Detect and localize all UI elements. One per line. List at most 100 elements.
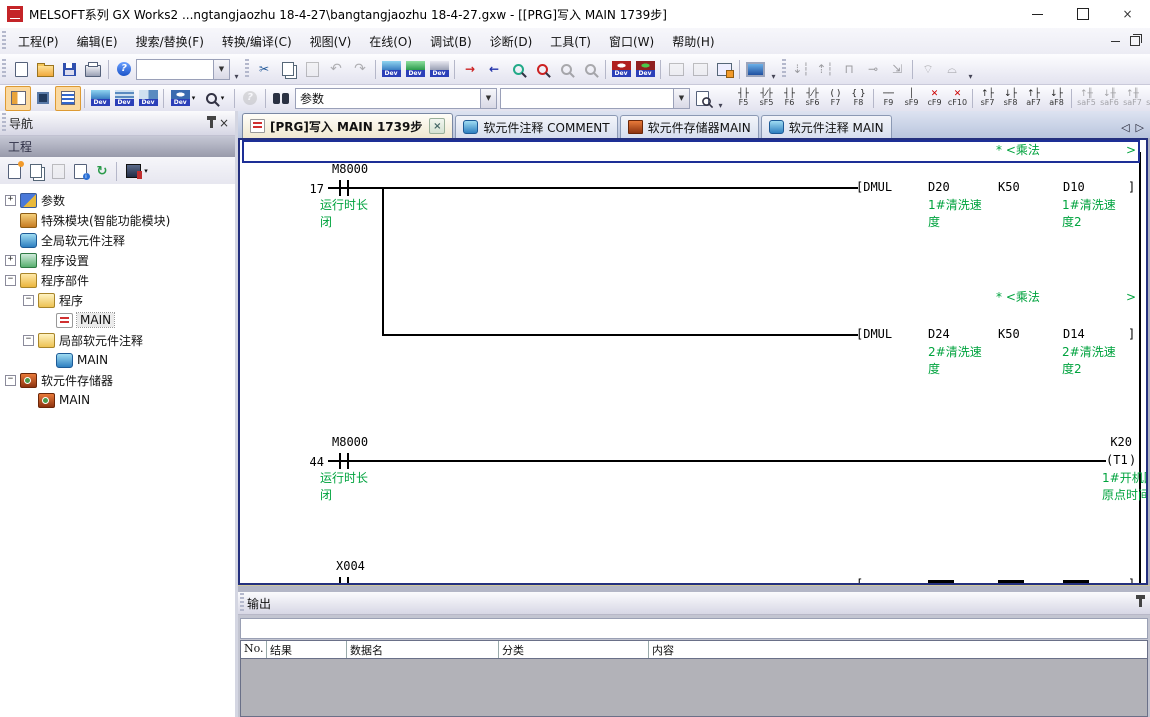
ladder-pulse-ne2-button[interactable]: ↓╫saF6 [1098,86,1121,110]
toolbar-overflow[interactable]: ▾ [964,58,977,81]
column-content[interactable]: 内容 [649,641,1147,658]
collapse-icon[interactable]: − [23,295,34,306]
tree-item-device-memory[interactable]: −软元件存储器 [0,370,235,390]
ladder-close-branch-button[interactable]: ┤⁄├sF6 [801,86,824,110]
panel-grip[interactable] [2,113,6,133]
pin-icon[interactable] [1139,598,1142,607]
context-help-button[interactable]: ? [238,87,262,110]
combo-arrow-icon[interactable]: ▼ [673,89,689,108]
operand[interactable]: K50 [998,180,1020,194]
sort-display-button[interactable]: ▾ [120,160,154,182]
scan-time-button[interactable]: ⌔ [916,58,940,81]
sampling-trace-button[interactable]: ⊸ [861,58,885,81]
contact-device[interactable]: M8000 [332,435,368,449]
find-button[interactable] [269,87,293,110]
tree-item-pou[interactable]: −程序部件 [0,270,235,290]
contact-device[interactable]: X004 [336,559,365,573]
statement-text[interactable]: * <乘法 [996,143,1040,157]
column-no[interactable]: No. [241,641,267,658]
device-comment-find-button[interactable]: Dev [88,87,112,110]
device-read-button[interactable]: Dev [403,58,427,81]
new-item-button[interactable] [3,160,25,182]
ladder-vline-button[interactable]: │sF9 [900,86,923,110]
menu-online[interactable]: 在线(O) [360,30,421,53]
tree-item-local-comment[interactable]: −局部软元件注释 [0,330,235,350]
toolbar-overflow[interactable]: ▾ [714,87,727,110]
ladder-falling-pulse-button[interactable]: ↓├sF8 [999,86,1022,110]
pin-icon[interactable] [210,119,213,128]
tab-comment-main[interactable]: 软元件注释 MAIN [761,115,892,138]
tab-scroll-left-icon[interactable]: ◁ [1121,121,1129,134]
ladder-coil-button[interactable]: ( )F7 [824,86,847,110]
ladder-application-button[interactable]: { }F8 [847,86,870,110]
tab-device-comment[interactable]: 软元件注释 COMMENT [455,115,617,138]
ladder-pulse-ne4-button[interactable]: ↓╫saF8 [1144,86,1150,110]
combo-arrow-icon[interactable]: ▼ [213,60,229,79]
new-project-button[interactable] [9,58,33,81]
statement-text[interactable]: * <乘法 [996,290,1040,304]
comment-display-button[interactable] [690,87,714,110]
redo-button[interactable]: ↷ [348,58,372,81]
function-block-button[interactable] [31,87,55,110]
toolbar-overflow[interactable]: ▾ [767,58,780,81]
panel-grip[interactable] [240,593,244,613]
ladder-pulse-ne1-button[interactable]: ↑╫saF5 [1075,86,1098,110]
ladder-open-contact-button[interactable]: ┤├F5 [732,86,755,110]
tree-item-program[interactable]: −程序 [0,290,235,310]
combo-arrow-icon[interactable]: ▼ [480,89,496,108]
device-off-button[interactable]: Dev [633,58,657,81]
toolbar-overflow[interactable]: ▾ [230,58,243,81]
menu-compile[interactable]: 转换/编译(C) [213,30,301,53]
tab-close-icon[interactable]: × [429,118,445,134]
write-to-plc-button[interactable]: → [458,58,482,81]
instruction[interactable]: [DMUL [856,180,892,194]
monitor-read-button[interactable] [578,58,602,81]
expand-icon[interactable]: + [5,255,16,266]
read-from-plc-button[interactable]: ← [482,58,506,81]
menu-help[interactable]: 帮助(H) [663,30,723,53]
ladder-delete-hline-button[interactable]: ✕cF9 [923,86,946,110]
save-project-button[interactable] [57,58,81,81]
paste-item-button[interactable] [47,160,69,182]
ladder-editor[interactable]: * <乘法 > 17 M8000 运行时长 闭 [DMUL D20 K50 D1… [238,138,1148,585]
tree-item-program-setting[interactable]: +程序设置 [0,250,235,270]
tree-item-main-comment[interactable]: MAIN [0,350,235,370]
logging-button[interactable]: ⌓ [940,58,964,81]
ladder-delete-vline-button[interactable]: ✕cF10 [946,86,969,110]
close-panel-icon[interactable]: × [219,117,229,129]
toolbar-grip[interactable] [245,59,249,79]
device-search-button[interactable]: ▾ [199,87,231,110]
toolbar-grip[interactable] [782,59,786,79]
tree-item-main-device-memory[interactable]: MAIN [0,390,235,410]
operand[interactable]: D14 [1063,327,1085,341]
monitor-write-button[interactable] [554,58,578,81]
operand[interactable]: D24 [928,327,950,341]
find-keyword-combo[interactable]: ▼ [500,88,690,109]
coil[interactable]: (T1 [1106,453,1128,467]
device-on-button[interactable]: Dev [609,58,633,81]
tree-item-special-module[interactable]: 特殊模块(智能功能模块) [0,210,235,230]
collapse-icon[interactable]: − [5,275,16,286]
help-button[interactable]: ? [112,58,136,81]
menu-grip[interactable] [2,31,6,51]
paste-button[interactable] [300,58,324,81]
mdi-restore-icon[interactable] [1130,36,1140,46]
ladder-hline-button[interactable]: ──F9 [877,86,900,110]
column-category[interactable]: 分类 [499,641,649,658]
ladder-falling-branch-button[interactable]: ↓├aF8 [1045,86,1068,110]
pulse-monitor-button[interactable]: ⊓ [837,58,861,81]
property-button[interactable]: i [69,160,91,182]
tab-prg-main[interactable]: [PRG]写入 MAIN 1739步× [242,113,453,138]
navigation-toggle-button[interactable] [5,86,31,111]
mdi-minimize-icon[interactable] [1111,41,1120,42]
close-button[interactable]: × [1105,0,1150,28]
open-project-button[interactable] [33,58,57,81]
statement-jump-button[interactable] [712,58,736,81]
output-window-button[interactable] [55,86,81,111]
menu-diagnostics[interactable]: 诊断(D) [481,30,542,53]
forced-io-button[interactable]: ⇲ [885,58,909,81]
tree-item-main-program[interactable]: MAIN [0,310,235,330]
cut-button[interactable]: ✂ [252,58,276,81]
device-verify-button[interactable]: Dev [427,58,451,81]
watch-stop-button[interactable]: ⇡┆ [813,58,837,81]
